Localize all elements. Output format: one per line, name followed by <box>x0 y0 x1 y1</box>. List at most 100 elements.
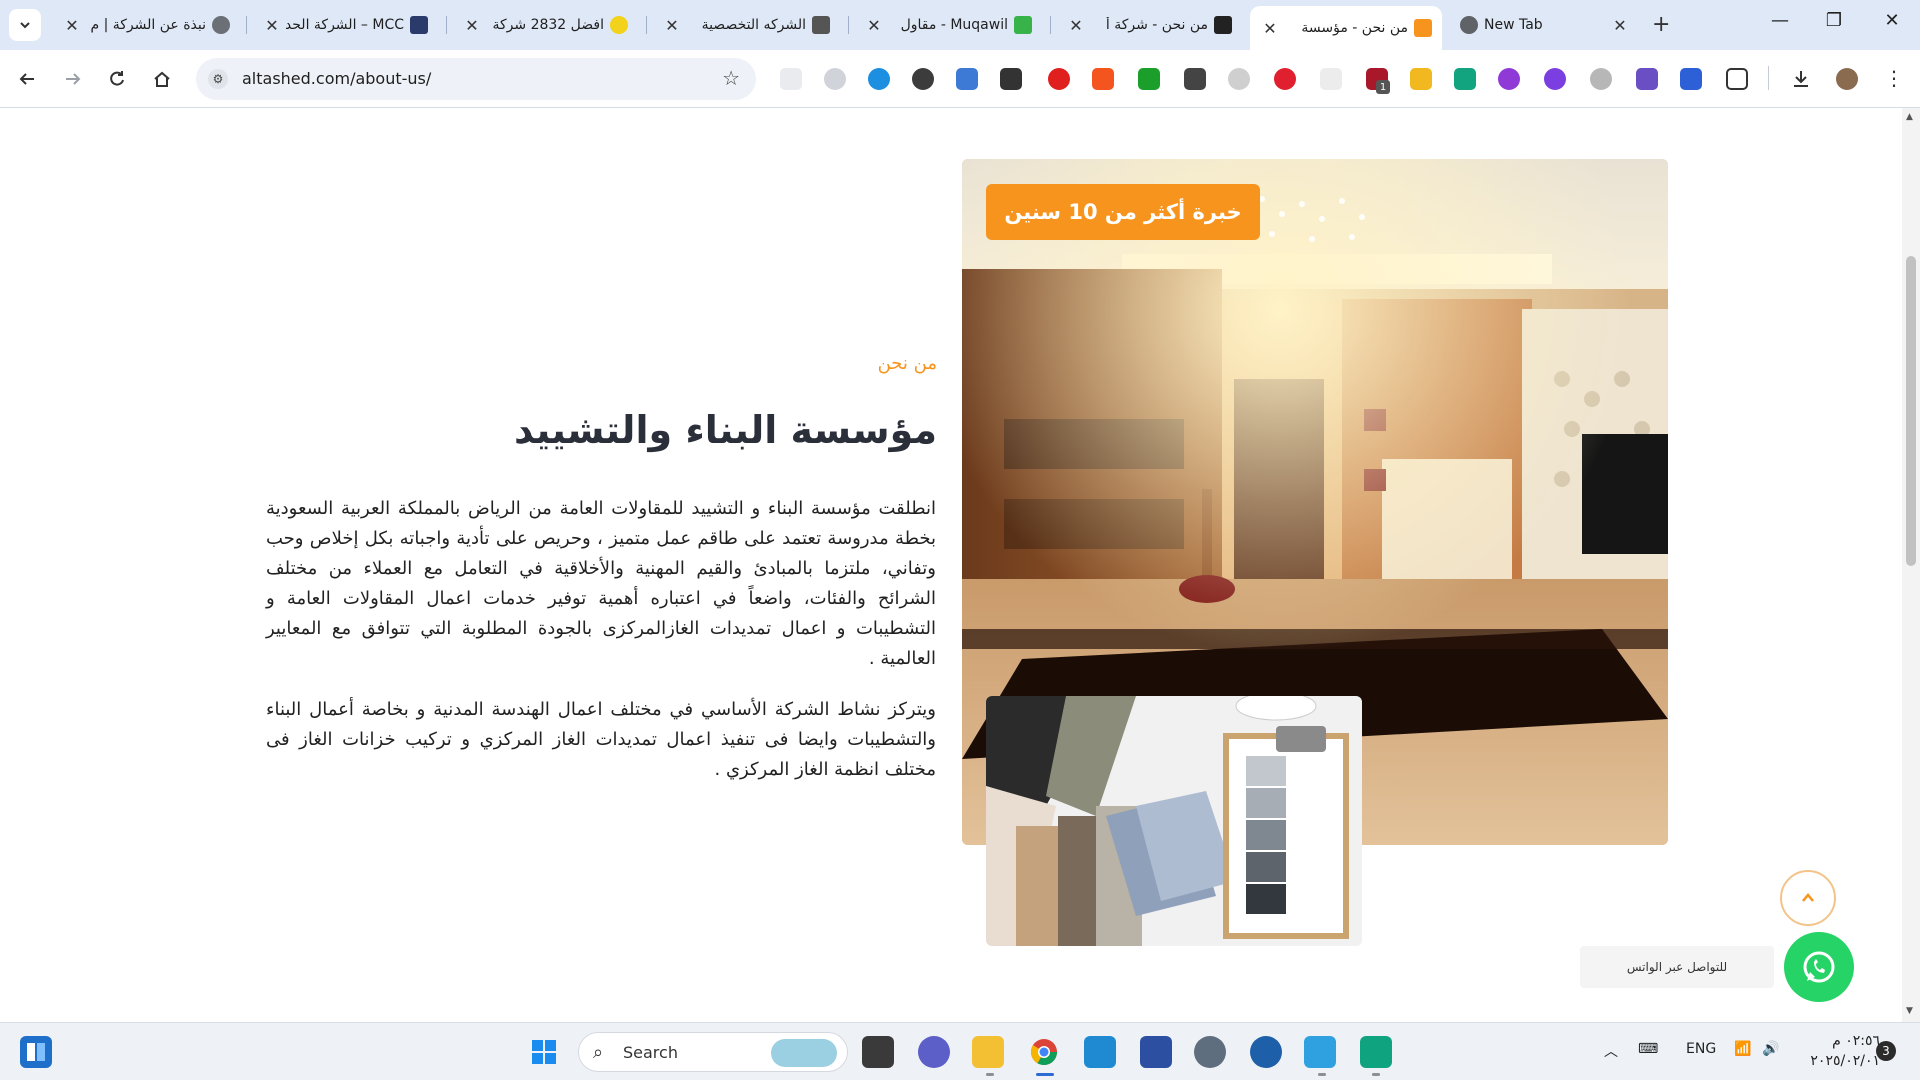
notification-badge[interactable]: 3 <box>1876 1041 1896 1061</box>
soundcloud-icon[interactable] <box>1092 68 1114 90</box>
scroll-thumb[interactable] <box>1906 256 1916 566</box>
menu-kebab-icon[interactable]: ⋮ <box>1884 66 1904 90</box>
scroll-up-arrow-icon[interactable]: ▲ <box>1906 112 1913 122</box>
close-icon[interactable]: ✕ <box>1612 16 1628 35</box>
close-icon[interactable]: ✕ <box>1068 16 1084 35</box>
photos-icon[interactable] <box>1304 1036 1336 1068</box>
extension-icon[interactable] <box>1680 68 1702 90</box>
toolbar-divider <box>1768 66 1769 90</box>
extension-icon[interactable] <box>824 68 846 90</box>
tab-3[interactable]: افضل 2832 شركة ✕ <box>452 6 638 44</box>
extension-icon[interactable] <box>1228 68 1250 90</box>
tray-chevron-up-icon[interactable]: ︿ <box>1604 1041 1618 1061</box>
download-arrow-icon[interactable] <box>1138 68 1160 90</box>
language-indicator[interactable]: ENG <box>1686 1041 1716 1057</box>
keyboard-icon[interactable]: ⌨ <box>1638 1041 1658 1057</box>
forward-button[interactable] <box>58 64 88 94</box>
page-content: خبرة أكثر من 10 سنين من نحن مؤسسة البناء… <box>0 108 1902 1022</box>
restore-button[interactable]: ❐ <box>1814 10 1854 31</box>
extension-icon[interactable] <box>1184 68 1206 90</box>
powershell-icon[interactable] <box>1140 1036 1172 1068</box>
tab-search-button[interactable] <box>9 9 41 41</box>
chevron-down-icon <box>20 22 30 29</box>
arrow-right-icon <box>66 73 81 85</box>
whatsapp-button[interactable] <box>1784 932 1854 1002</box>
wifi-icon[interactable]: 📶 <box>1734 1041 1751 1057</box>
yellow-logo-icon <box>610 16 628 34</box>
volume-icon[interactable]: 🔊 <box>1762 1041 1779 1057</box>
qr-code-icon[interactable] <box>1000 68 1022 90</box>
download-circle-icon[interactable] <box>1544 68 1566 90</box>
settings-gear-icon[interactable] <box>1194 1036 1226 1068</box>
close-window-button[interactable]: ✕ <box>1872 10 1912 31</box>
reload-icon <box>110 71 124 86</box>
clock-date: ٢٠٢٥/٠٢/٠١ <box>1810 1053 1880 1069</box>
chat-icon[interactable] <box>918 1036 950 1068</box>
address-bar[interactable]: ⚙ altashed.com/about-us/ ☆ <box>196 58 756 100</box>
tab-1[interactable]: نبذة عن الشركة | م ✕ <box>52 6 240 44</box>
media-player-icon[interactable] <box>1250 1036 1282 1068</box>
close-icon[interactable]: ✕ <box>866 16 882 35</box>
taskbar-search[interactable]: ⌕ Search <box>578 1032 848 1072</box>
puzzle-icon[interactable] <box>1726 68 1748 90</box>
start-button[interactable] <box>528 1036 560 1068</box>
tab-5[interactable]: Muqawil - مقاول ✕ <box>854 6 1042 44</box>
shazam-icon[interactable] <box>868 68 890 90</box>
tab-divider <box>1050 16 1051 34</box>
tab-2[interactable]: MCC – الشركة الحديثة ✕ <box>252 6 438 44</box>
widgets-icon[interactable] <box>20 1036 52 1068</box>
page-scrollbar[interactable]: ▲ ▼ <box>1902 108 1920 1022</box>
home-button[interactable] <box>147 64 177 94</box>
url-text[interactable]: altashed.com/about-us/ <box>242 69 431 88</box>
task-view-icon[interactable] <box>862 1036 894 1068</box>
close-icon[interactable]: ✕ <box>1262 19 1278 38</box>
reload-button[interactable] <box>102 64 132 94</box>
minimize-button[interactable]: — <box>1760 10 1800 31</box>
close-icon[interactable]: ✕ <box>64 16 80 35</box>
tab-6[interactable]: من نحن - شركة أ ✕ <box>1056 6 1242 44</box>
brain-icon[interactable] <box>1498 68 1520 90</box>
chrome-taskbar-icon[interactable] <box>1028 1036 1060 1068</box>
download-icon[interactable] <box>1790 68 1812 90</box>
windows-logo-icon <box>532 1040 556 1064</box>
section-label: من نحن <box>877 353 937 374</box>
close-icon[interactable]: ✕ <box>464 16 480 35</box>
whatsapp-label[interactable]: للتواصل عبر الواتس <box>1580 946 1774 988</box>
bookmark-star-icon[interactable]: ☆ <box>722 66 740 90</box>
clock-time: ٠٢:٥٦ م <box>1832 1033 1880 1049</box>
back-button[interactable] <box>12 64 42 94</box>
clock[interactable]: ٠٢:٥٦ م ٢٠٢٥/٠٢/٠١ <box>1796 1031 1880 1071</box>
extension-icon[interactable] <box>1320 68 1342 90</box>
music-icon[interactable] <box>1590 68 1612 90</box>
tab-7-active[interactable]: من نحن - مؤسسة ✕ <box>1250 6 1442 50</box>
tab-8[interactable]: New Tab ✕ <box>1448 6 1638 44</box>
m-extension-icon[interactable] <box>912 68 934 90</box>
extension-icon[interactable] <box>780 68 802 90</box>
extension-icon[interactable] <box>1410 68 1432 90</box>
extension-icon[interactable] <box>1636 68 1658 90</box>
new-tab-button[interactable]: + <box>1652 12 1670 37</box>
search-icon: ⌕ <box>593 1042 604 1063</box>
mcc-logo-icon <box>410 16 428 34</box>
chatgpt-icon[interactable] <box>1454 68 1476 90</box>
home-icon <box>154 71 170 87</box>
whatsapp-icon <box>1803 951 1835 983</box>
running-indicator <box>1372 1073 1380 1076</box>
arrow-left-icon <box>19 73 34 85</box>
about-paragraph-2: ويتركز نشاط الشركة الأساسي في مختلف اعما… <box>266 699 936 780</box>
opera-icon[interactable] <box>1048 68 1070 90</box>
vscode-icon[interactable] <box>1084 1036 1116 1068</box>
scroll-to-top-button[interactable] <box>1780 870 1836 926</box>
site-settings-icon[interactable]: ⚙ <box>208 69 228 89</box>
tab-4[interactable]: الشركه التخصصية ✕ <box>652 6 840 44</box>
adblock-plus-icon[interactable] <box>1274 68 1296 90</box>
file-explorer-icon[interactable] <box>972 1036 1004 1068</box>
running-indicator-active <box>1036 1073 1054 1076</box>
close-icon[interactable]: ✕ <box>664 16 680 35</box>
materials-samples-image <box>986 696 1362 946</box>
scroll-down-arrow-icon[interactable]: ▼ <box>1906 1006 1913 1016</box>
close-icon[interactable]: ✕ <box>264 16 280 35</box>
chatgpt-taskbar-icon[interactable] <box>1360 1036 1392 1068</box>
extension-icon[interactable] <box>956 68 978 90</box>
profile-avatar[interactable] <box>1836 68 1858 90</box>
